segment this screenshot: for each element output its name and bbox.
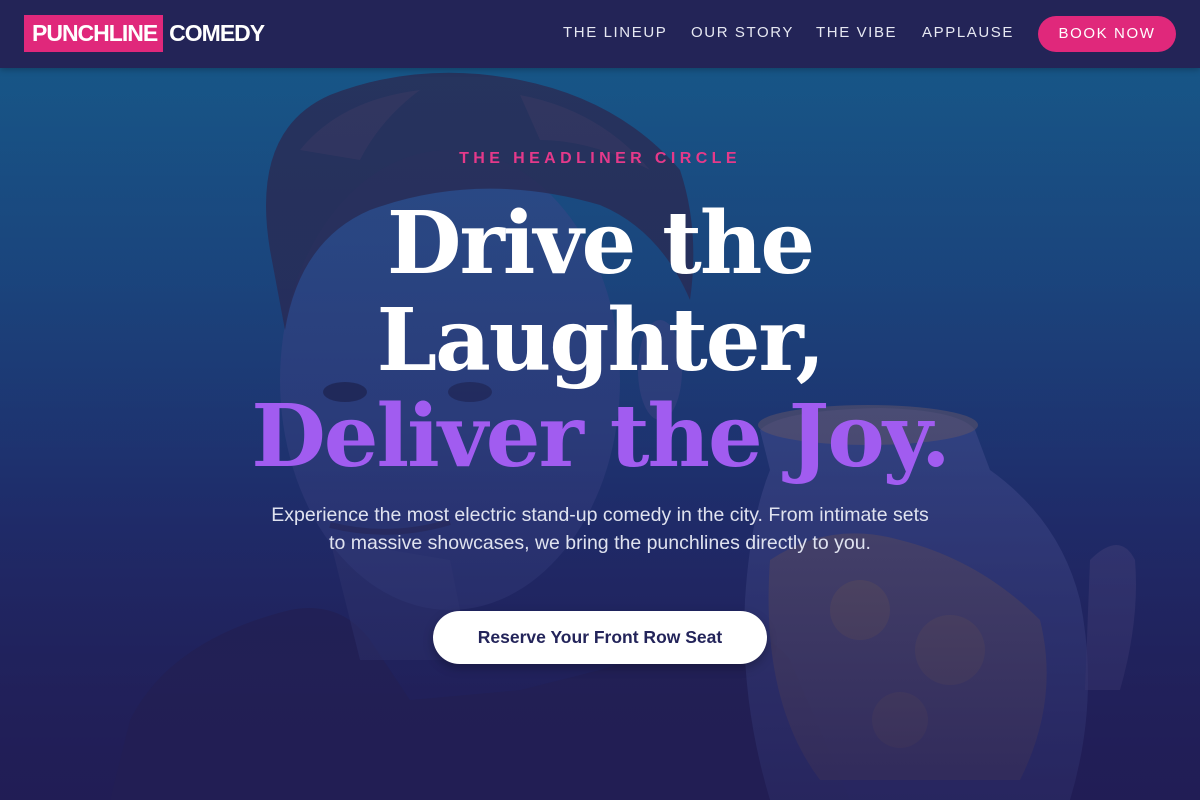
nav-link-our-story[interactable]: OUR STORY bbox=[691, 24, 794, 41]
logo-word: COMEDY bbox=[169, 20, 265, 46]
top-navbar: PUNCHLINE COMEDY THE LINEUP OUR STORY TH… bbox=[0, 0, 1200, 68]
landing-page: PUNCHLINE COMEDY THE LINEUP OUR STORY TH… bbox=[0, 0, 1200, 800]
reserve-seat-button[interactable]: Reserve Your Front Row Seat bbox=[433, 611, 767, 664]
book-now-button[interactable]: BOOK NOW bbox=[1038, 16, 1176, 52]
nav-link-vibe[interactable]: THE VIBE bbox=[816, 24, 897, 41]
hero-subtext: Experience the most electric stand-up co… bbox=[271, 504, 929, 554]
hero-headline-line2: Laughter, bbox=[376, 290, 826, 391]
hero-headline-line1: Drive the bbox=[386, 193, 815, 294]
nav-link-lineup[interactable]: THE LINEUP bbox=[563, 24, 667, 41]
site-logo[interactable]: PUNCHLINE COMEDY bbox=[24, 15, 265, 52]
hero-headline-line3: Deliver the Joy. bbox=[251, 386, 951, 487]
logo-mark: PUNCHLINE bbox=[24, 15, 164, 52]
nav-link-applause[interactable]: APPLAUSE bbox=[922, 24, 1014, 41]
hero-eyebrow: THE HEADLINER CIRCLE bbox=[459, 150, 741, 167]
